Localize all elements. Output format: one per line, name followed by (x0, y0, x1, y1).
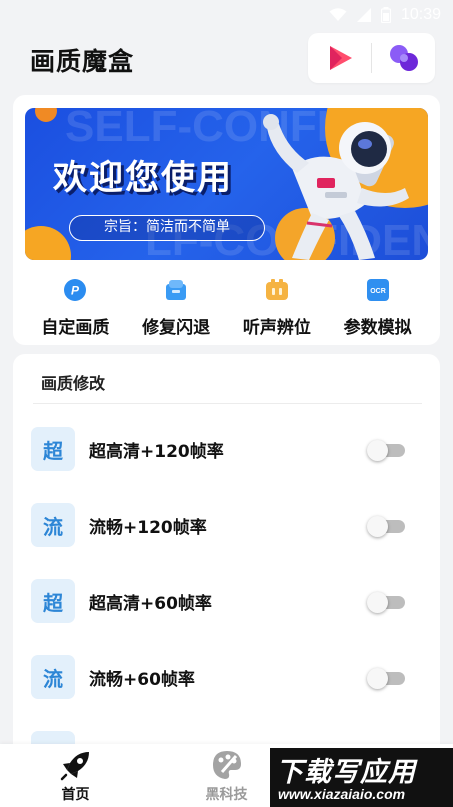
palette-icon (212, 751, 241, 779)
quick-action-label: 听声辨位 (242, 318, 311, 338)
list-item: 超 超高清+60帧率 (31, 579, 422, 625)
app-title: 画质魔盒 (30, 48, 135, 76)
toggle-switch[interactable] (367, 440, 407, 461)
watermark-title: 下载写应用 (276, 757, 416, 788)
bubbles-icon (389, 45, 418, 71)
quick-action-audio-locate[interactable]: 听声辨位 (227, 273, 328, 339)
feature-card: SELF-CONFID LF-CONFIDEN 欢迎您 (13, 95, 440, 345)
orange-blob (25, 226, 71, 260)
watermark-url: www.xiazaiaio.com (278, 786, 406, 802)
quick-action-label: 修复闪退 (142, 318, 211, 338)
toggle-switch[interactable] (367, 516, 407, 537)
orange-dot (35, 108, 57, 122)
battery-icon (380, 7, 391, 23)
quick-action-param-sim[interactable]: OCR 参数模拟 (327, 273, 428, 339)
section-title: 画质修改 (41, 374, 106, 393)
quick-action-fix-crash[interactable]: 修复闪退 (126, 273, 227, 339)
banner-subtitle: 宗旨：简洁而不简单 (69, 215, 265, 241)
list-item: 流 流畅+120帧率 (31, 503, 422, 549)
list-item-badge: 超 (31, 427, 75, 471)
video-button[interactable] (308, 33, 371, 83)
list-item-label: 流畅+120帧率 (89, 518, 207, 538)
list-item-badge: 超 (31, 579, 75, 623)
banner-title: 欢迎您使用 (53, 158, 233, 198)
audio-box-icon (264, 277, 290, 303)
group-button[interactable] (372, 33, 435, 83)
app-header: 画质魔盒 (0, 30, 453, 92)
p-circle-icon: P (62, 277, 88, 303)
welcome-banner[interactable]: SELF-CONFID LF-CONFIDEN 欢迎您 (25, 108, 428, 260)
header-actions (308, 33, 435, 83)
list-item: 流 流畅+60帧率 (31, 655, 422, 701)
status-bar: 10:39 (0, 0, 453, 30)
signal-icon (356, 8, 371, 22)
divider (33, 403, 422, 404)
wifi-icon (329, 8, 347, 21)
nav-label: 首页 (61, 787, 90, 803)
quick-action-custom-quality[interactable]: P 自定画质 (25, 273, 126, 339)
play-icon (329, 46, 352, 70)
svg-text:OCR: OCR (370, 288, 386, 295)
toggle-switch[interactable] (367, 592, 407, 613)
list-item-label: 流畅+60帧率 (89, 670, 195, 690)
list-item-badge: 流 (31, 503, 75, 547)
repair-box-icon (163, 277, 189, 303)
list-item-badge: 流 (31, 655, 75, 699)
list-item-label: 超高清+120帧率 (89, 442, 224, 462)
svg-text:P: P (71, 284, 80, 298)
quick-action-label: 自定画质 (41, 318, 110, 338)
quick-actions: P 自定画质 修复闪退 听声辨位 OCR 参数模拟 (25, 273, 428, 339)
list-item: 超 超高清+120帧率 (31, 427, 422, 473)
rocket-icon (60, 752, 89, 781)
toggle-switch[interactable] (367, 668, 407, 689)
watermark: 下载写应用 www.xiazaiaio.com (270, 748, 453, 807)
astronaut-illustration (263, 114, 409, 260)
list-item-label: 超高清+60帧率 (89, 594, 212, 614)
quality-settings-card: 画质修改 超 超高清+120帧率 流 流畅+120帧率 超 超高清+60帧率 流… (13, 354, 440, 754)
nav-home[interactable]: 首页 (0, 744, 151, 807)
nav-label: 黑科技 (205, 787, 248, 803)
ocr-icon: OCR (365, 277, 391, 303)
quick-action-label: 参数模拟 (343, 318, 412, 338)
status-time: 10:39 (400, 6, 441, 23)
